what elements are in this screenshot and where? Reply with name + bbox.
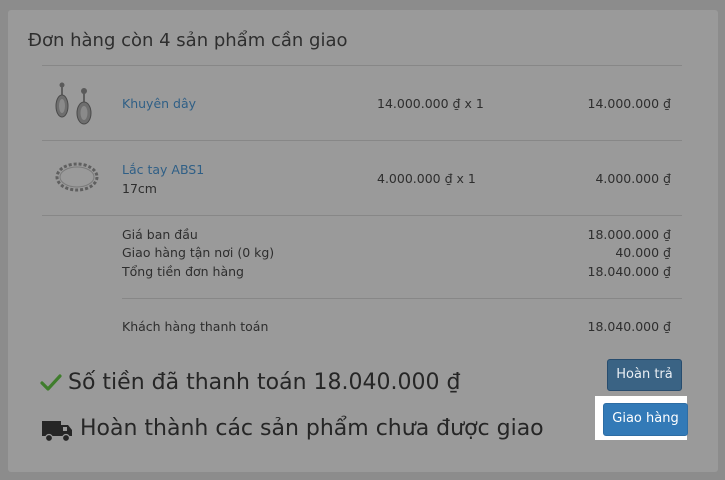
earring-icon: [52, 82, 94, 134]
divider: [42, 65, 682, 66]
order-title: Đơn hàng còn 4 sản phẩm cần giao: [28, 30, 348, 51]
bracelet-icon: [54, 160, 100, 198]
item-price-qty: 4.000.000 ₫ x 1: [377, 171, 476, 186]
subtotal-label: Giá ban đầu: [122, 227, 198, 242]
item-name-link[interactable]: Lắc tay ABS1: [122, 162, 204, 177]
paid-value: 18.040.000 ₫: [587, 319, 672, 334]
shipping-value: 40.000 ₫: [615, 245, 671, 260]
divider: [42, 140, 682, 141]
item-variant: 17cm: [122, 181, 157, 196]
refund-button[interactable]: Hoàn trả: [607, 359, 682, 391]
item-total: 4.000.000 ₫: [595, 171, 671, 186]
total-label: Tổng tiền đơn hàng: [122, 264, 244, 279]
ship-button[interactable]: Giao hàng: [603, 403, 688, 436]
item-total: 14.000.000 ₫: [587, 96, 672, 111]
divider: [42, 215, 682, 216]
divider: [122, 298, 682, 299]
fulfill-status-text: Hoàn thành các sản phẩm chưa được giao: [80, 416, 544, 441]
item-name-link[interactable]: Khuyên dây: [122, 96, 196, 111]
truck-icon: [41, 418, 73, 448]
subtotal-value: 18.000.000 ₫: [587, 227, 672, 242]
shipping-label: Giao hàng tận nơi (0 kg): [122, 245, 275, 260]
paid-label: Khách hàng thanh toán: [122, 319, 269, 334]
check-icon: [40, 373, 62, 397]
paid-status-text: Số tiền đã thanh toán 18.040.000 ₫: [68, 370, 461, 395]
item-price-qty: 14.000.000 ₫ x 1: [377, 96, 484, 111]
total-value: 18.040.000 ₫: [587, 264, 672, 279]
